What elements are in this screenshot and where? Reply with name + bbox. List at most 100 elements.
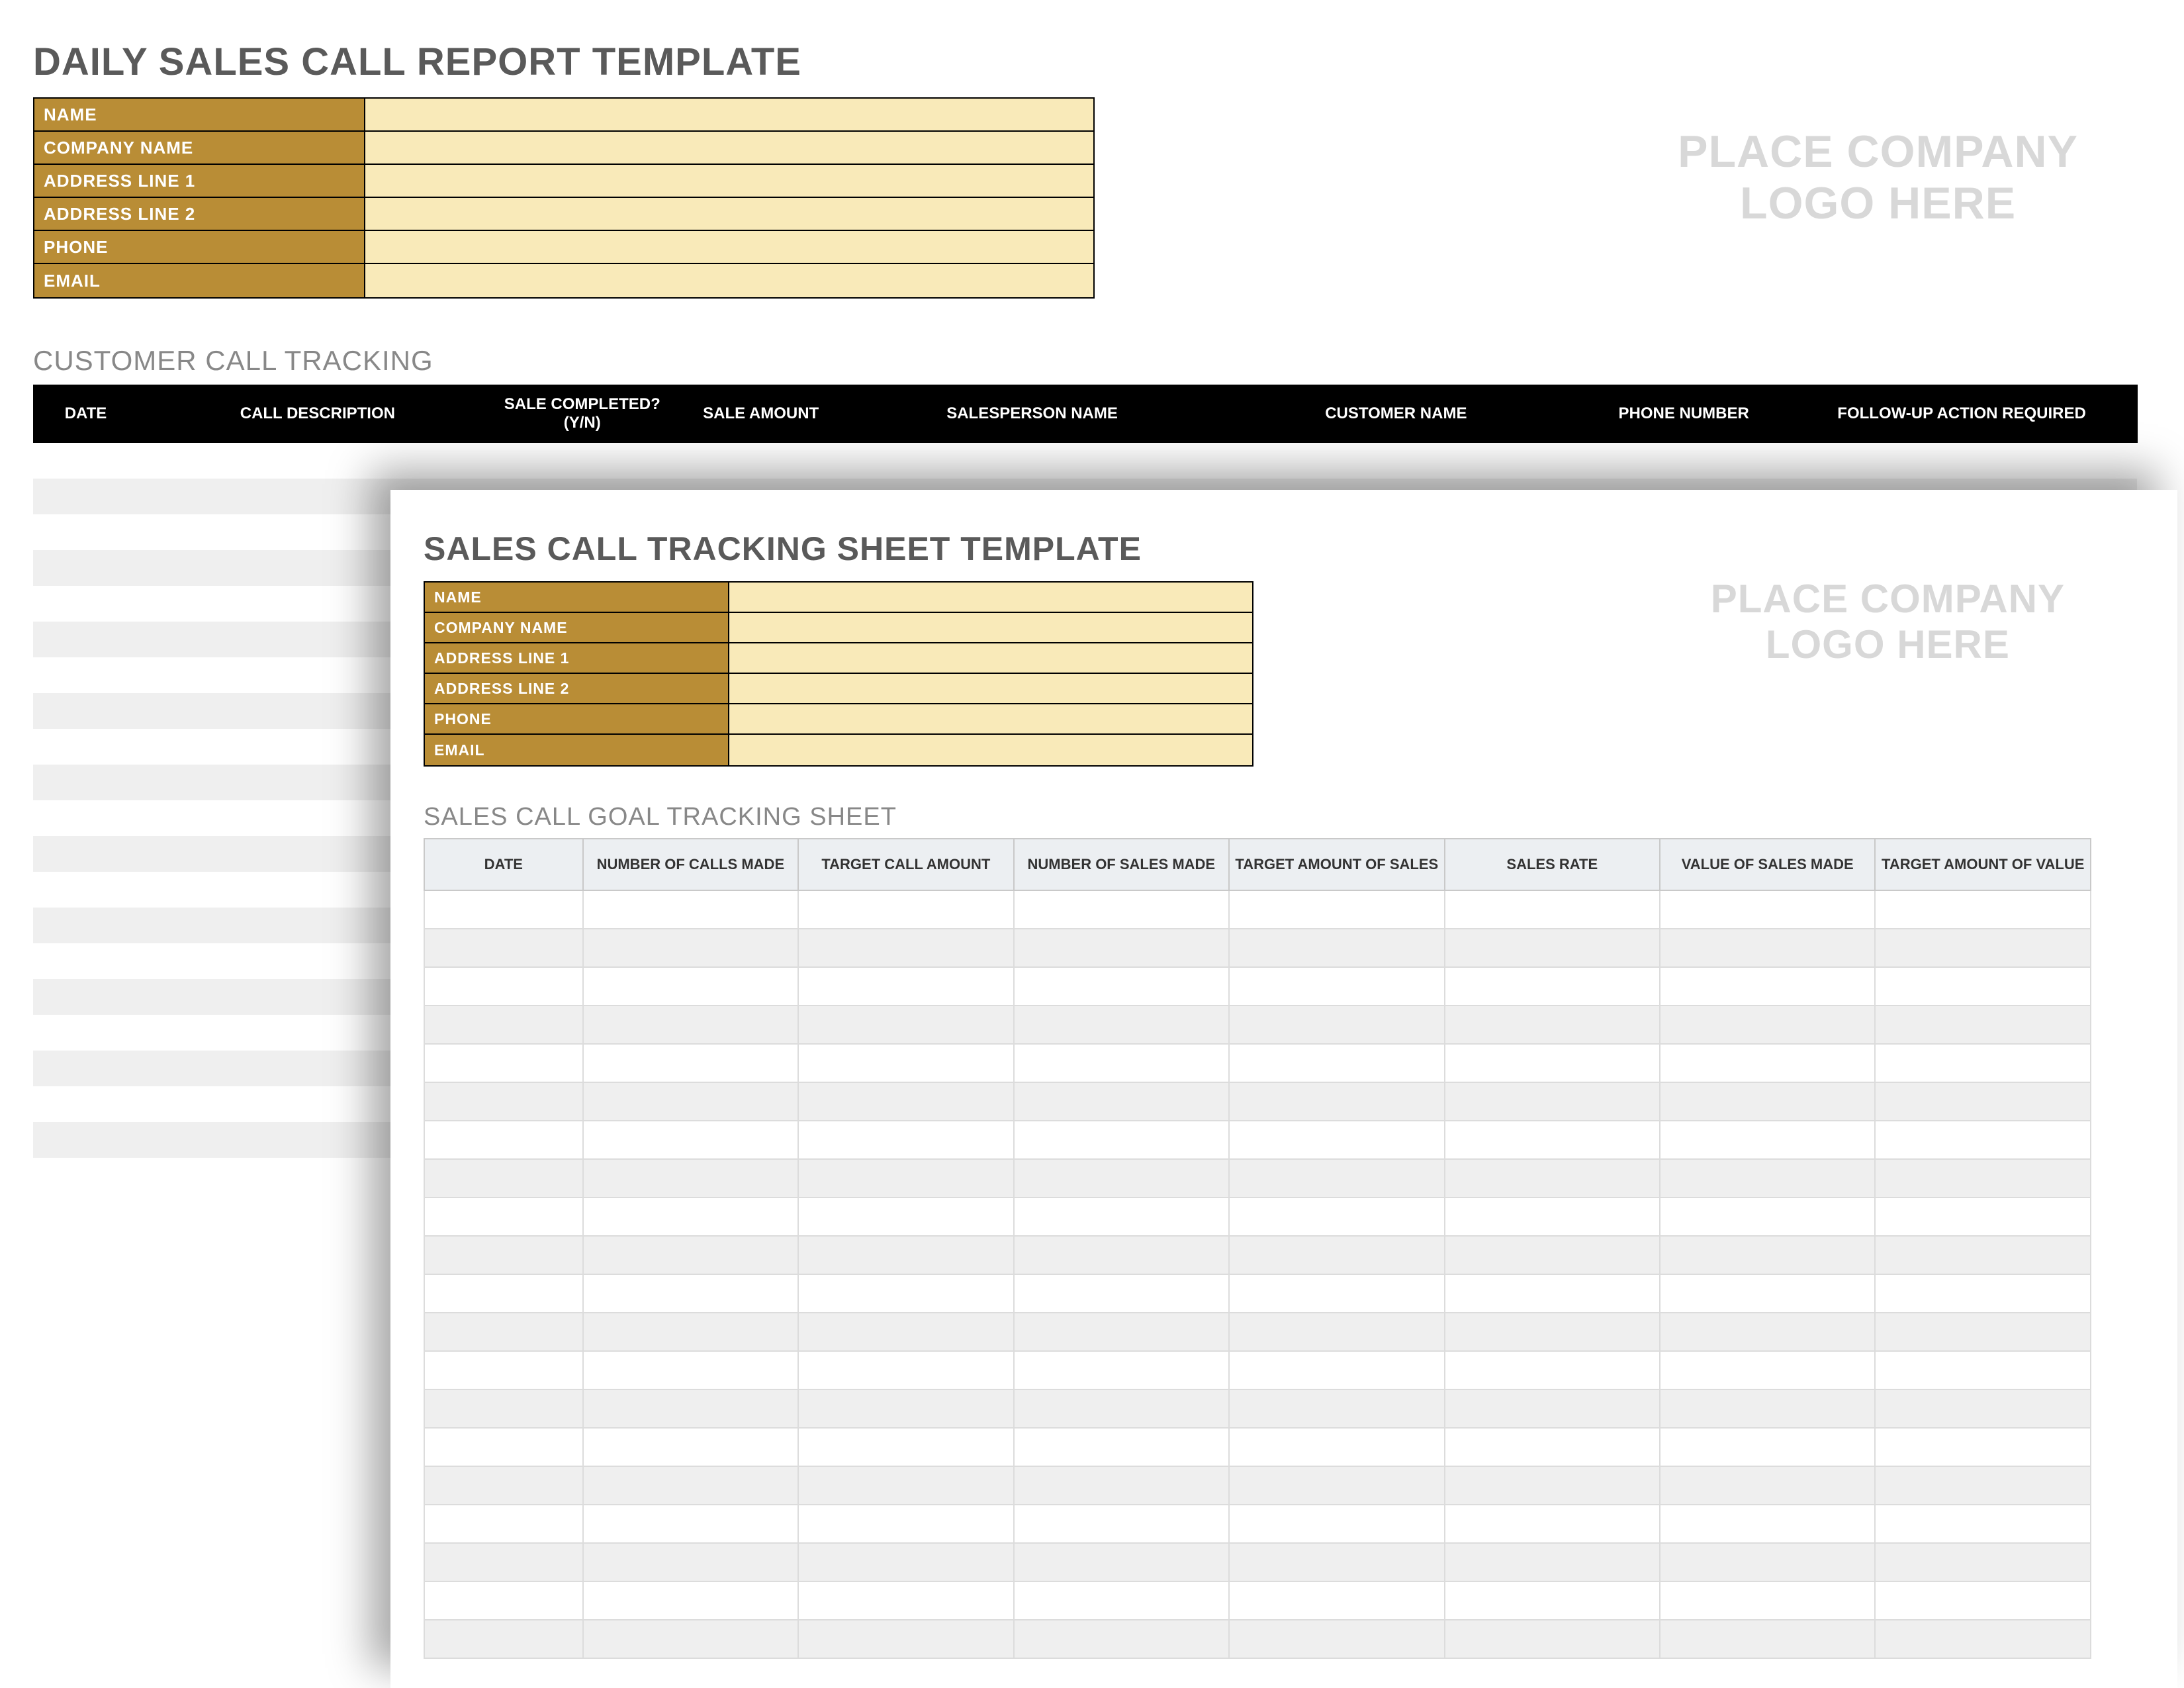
table-cell[interactable] — [798, 967, 1013, 1006]
table-cell[interactable] — [1229, 1006, 1444, 1044]
table-cell[interactable] — [1445, 1121, 1660, 1159]
table-cell[interactable] — [33, 836, 139, 872]
table-cell[interactable] — [424, 1082, 583, 1121]
table-cell[interactable] — [798, 1313, 1013, 1351]
table-cell[interactable] — [33, 550, 139, 586]
table-cell[interactable] — [1875, 1313, 2091, 1351]
table-cell[interactable] — [583, 1543, 798, 1581]
table-cell[interactable] — [668, 443, 854, 479]
table-cell[interactable] — [1014, 1581, 1229, 1620]
table-cell[interactable] — [583, 1006, 798, 1044]
table-cell[interactable] — [798, 1581, 1013, 1620]
table-cell[interactable] — [583, 967, 798, 1006]
table-cell[interactable] — [33, 1015, 139, 1051]
table-cell[interactable] — [1229, 1505, 1444, 1543]
table-cell[interactable] — [1445, 929, 1660, 967]
table-row[interactable] — [424, 1006, 2091, 1044]
table-cell[interactable] — [1660, 1543, 1875, 1581]
table-cell[interactable] — [1660, 1505, 1875, 1543]
table-row[interactable] — [424, 1121, 2091, 1159]
table-cell[interactable] — [1445, 1428, 1660, 1466]
table-cell[interactable] — [583, 1581, 798, 1620]
table-cell[interactable] — [1660, 1466, 1875, 1505]
table-cell[interactable] — [1229, 929, 1444, 967]
table-cell[interactable] — [798, 1274, 1013, 1313]
table-cell[interactable] — [1660, 1006, 1875, 1044]
table-cell[interactable] — [583, 1313, 798, 1351]
table-cell[interactable] — [1660, 1236, 1875, 1274]
table-cell[interactable] — [33, 622, 139, 657]
table-cell[interactable] — [1660, 1581, 1875, 1620]
table-cell[interactable] — [1229, 1620, 1444, 1658]
table-cell[interactable] — [1014, 890, 1229, 929]
table-cell[interactable] — [1014, 1159, 1229, 1197]
table-cell[interactable] — [1014, 1389, 1229, 1428]
table-cell[interactable] — [798, 1543, 1013, 1581]
table-row[interactable] — [424, 1044, 2091, 1082]
table-cell[interactable] — [1445, 890, 1660, 929]
table-cell[interactable] — [1229, 967, 1444, 1006]
table-cell[interactable] — [1445, 1505, 1660, 1543]
table-cell[interactable] — [1660, 1197, 1875, 1236]
table-cell[interactable] — [798, 890, 1013, 929]
table-row[interactable] — [424, 1274, 2091, 1313]
table-cell[interactable] — [1445, 1389, 1660, 1428]
table-cell[interactable] — [583, 1466, 798, 1505]
table-row[interactable] — [424, 1351, 2091, 1389]
table-cell[interactable] — [798, 1082, 1013, 1121]
table-cell[interactable] — [424, 1313, 583, 1351]
table-cell[interactable] — [1445, 1466, 1660, 1505]
table-cell[interactable] — [1875, 1466, 2091, 1505]
table-cell[interactable] — [583, 1351, 798, 1389]
table-cell[interactable] — [33, 979, 139, 1015]
table-cell[interactable] — [798, 1620, 1013, 1658]
table-cell[interactable] — [1014, 1466, 1229, 1505]
table-cell[interactable] — [1660, 1082, 1875, 1121]
table-cell[interactable] — [1660, 1121, 1875, 1159]
table-cell[interactable] — [1581, 443, 1786, 479]
table-cell[interactable] — [424, 1505, 583, 1543]
table-cell[interactable] — [583, 1620, 798, 1658]
table-cell[interactable] — [424, 1006, 583, 1044]
table-cell[interactable] — [1229, 1466, 1444, 1505]
table-cell[interactable] — [798, 1428, 1013, 1466]
table-cell[interactable] — [424, 1197, 583, 1236]
table-row[interactable] — [424, 967, 2091, 1006]
table-cell[interactable] — [1445, 1159, 1660, 1197]
table-cell[interactable] — [1014, 1044, 1229, 1082]
table-cell[interactable] — [33, 729, 139, 765]
table-cell[interactable] — [1229, 1313, 1444, 1351]
table-cell[interactable] — [1229, 1274, 1444, 1313]
table-cell[interactable] — [1660, 1313, 1875, 1351]
table-cell[interactable] — [1660, 1620, 1875, 1658]
table-cell[interactable] — [1445, 1044, 1660, 1082]
table-cell[interactable] — [424, 1274, 583, 1313]
table-cell[interactable] — [33, 800, 139, 836]
table-cell[interactable] — [1445, 1006, 1660, 1044]
table-cell[interactable] — [424, 890, 583, 929]
table-cell[interactable] — [1445, 1543, 1660, 1581]
table-row[interactable] — [424, 1505, 2091, 1543]
table-cell[interactable] — [33, 1086, 139, 1122]
table-cell[interactable] — [798, 1466, 1013, 1505]
table-cell[interactable] — [583, 1044, 798, 1082]
table-cell[interactable] — [1229, 1082, 1444, 1121]
value-addr2[interactable] — [365, 198, 1093, 230]
table-cell[interactable] — [33, 479, 139, 514]
table-cell[interactable] — [1660, 929, 1875, 967]
table-cell[interactable] — [1445, 1313, 1660, 1351]
table-cell[interactable] — [424, 1351, 583, 1389]
table-cell[interactable] — [583, 1428, 798, 1466]
table-cell[interactable] — [1660, 967, 1875, 1006]
table-cell[interactable] — [1660, 890, 1875, 929]
table-cell[interactable] — [1014, 1313, 1229, 1351]
table-cell[interactable] — [33, 908, 139, 943]
table-cell[interactable] — [583, 1236, 798, 1274]
table-row[interactable] — [424, 1159, 2091, 1197]
table-row[interactable] — [424, 1543, 2091, 1581]
table-row[interactable] — [424, 1389, 2091, 1428]
table-cell[interactable] — [1014, 1006, 1229, 1044]
table-cell[interactable] — [1875, 1389, 2091, 1428]
table-cell[interactable] — [583, 890, 798, 929]
table-cell[interactable] — [424, 929, 583, 967]
